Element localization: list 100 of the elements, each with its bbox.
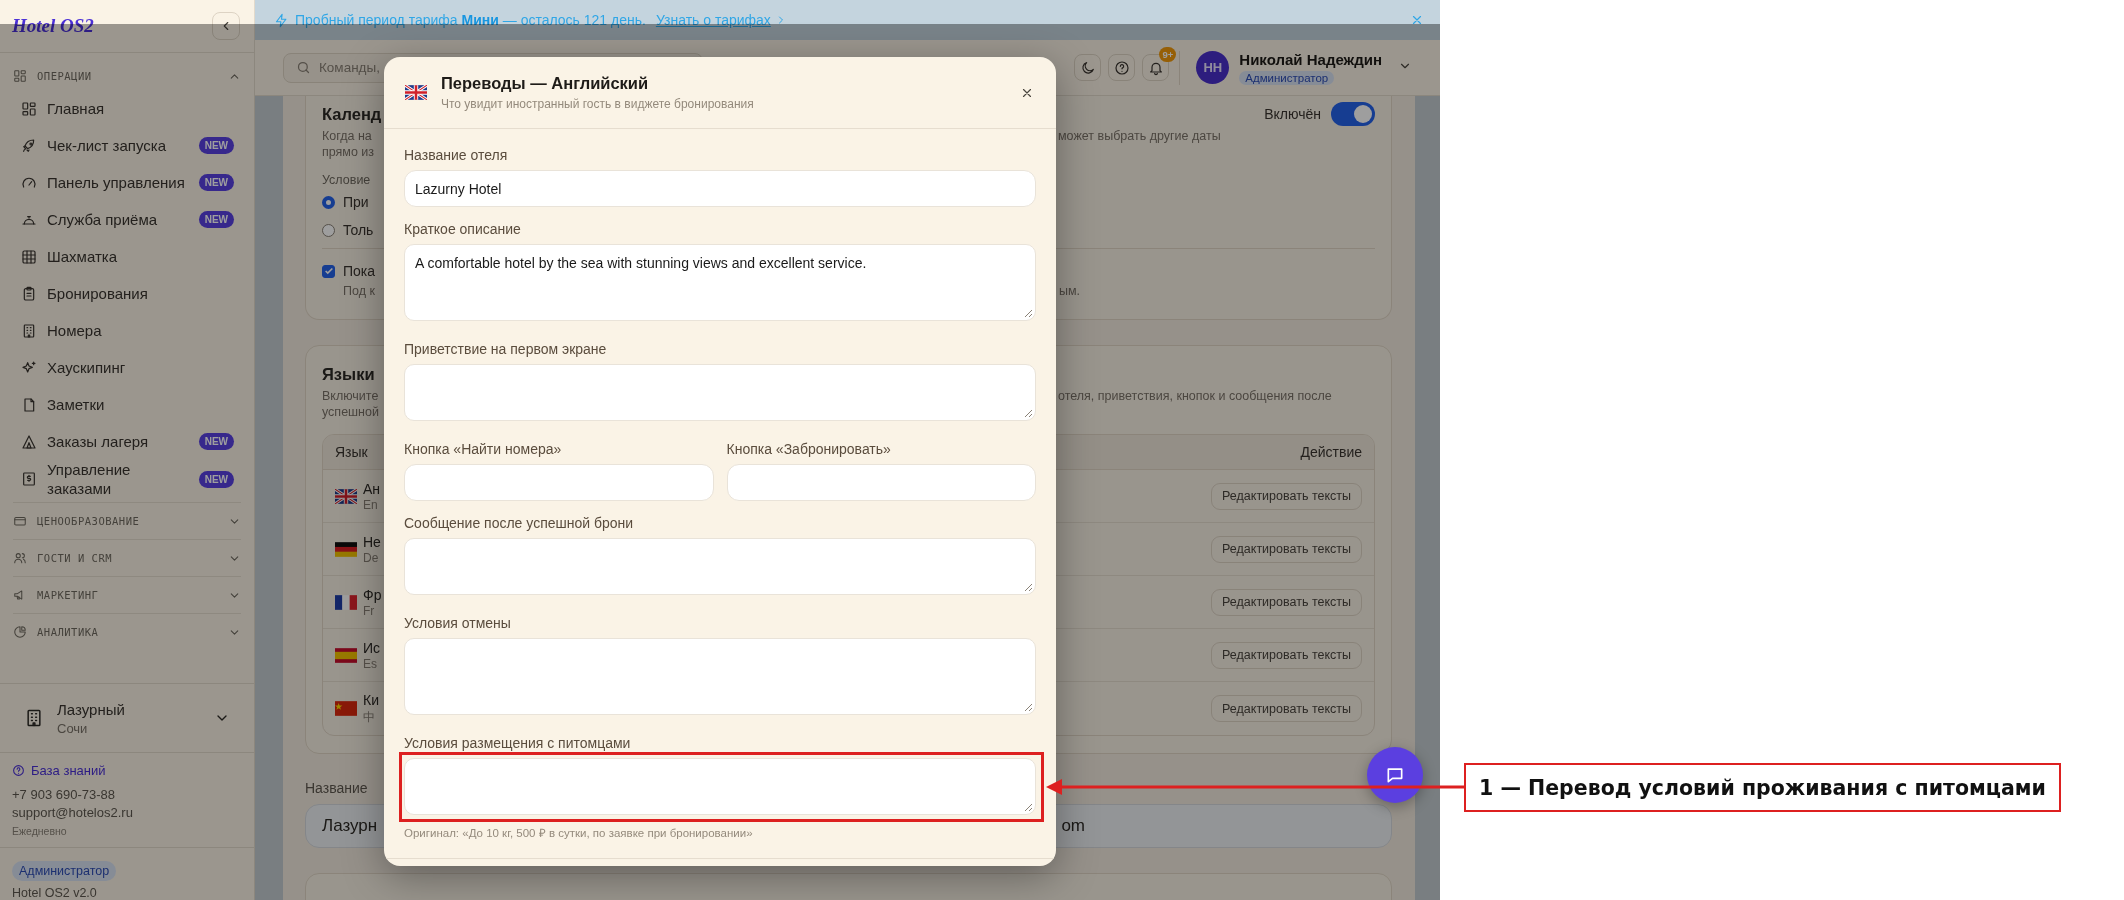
pie-chart-icon bbox=[13, 625, 27, 639]
receipt-icon bbox=[21, 471, 37, 487]
new-badge: NEW bbox=[198, 433, 234, 450]
radio-button[interactable] bbox=[322, 195, 335, 209]
field-label: Приветствие на первом экране bbox=[404, 340, 608, 359]
flag-icon bbox=[335, 594, 357, 610]
role-badge: Администратор bbox=[1239, 70, 1335, 85]
edit-texts-button[interactable]: Редактировать тексты bbox=[1211, 641, 1362, 669]
nav-item[interactable]: Заказы лагеря NEW bbox=[13, 423, 241, 460]
dialog-subtitle: Что увидит иностранный гость в виджете бронирования bbox=[441, 97, 755, 111]
building-icon bbox=[21, 322, 37, 339]
rocket-icon bbox=[21, 137, 37, 154]
text-field[interactable] bbox=[726, 464, 1036, 501]
collapse-button[interactable] bbox=[212, 12, 240, 40]
hint-text: Оригинал: «До 10 кг, 500 ₽ в сутки, по заявке при бронировании» bbox=[404, 826, 754, 840]
hint-text: ым. bbox=[1059, 283, 1081, 299]
description-text: отеля, приветствия, кнопок и сообщения после bbox=[1058, 388, 1332, 404]
language-name: Фр bbox=[363, 586, 382, 603]
section-header[interactable]: ГОСТИ И CRM bbox=[13, 540, 241, 576]
new-badge: NEW bbox=[198, 470, 234, 488]
tent-icon bbox=[21, 433, 37, 450]
file-icon bbox=[21, 396, 37, 413]
nav-item[interactable]: Чек-лист запуска NEW bbox=[13, 127, 241, 164]
language-name: Ан bbox=[363, 480, 381, 497]
field-label: Кнопка «Найти номера» bbox=[404, 440, 563, 459]
language-name: Ки bbox=[363, 691, 379, 708]
field-label: Название bbox=[305, 780, 368, 796]
field-label: Сообщение после успешной брони bbox=[404, 514, 635, 533]
text-area[interactable]: A comfortable hotel by the sea with stunning views and excellent service. bbox=[404, 244, 1036, 321]
nav-item[interactable]: Служба приёма NEW bbox=[13, 201, 241, 238]
moon-icon bbox=[1079, 59, 1096, 76]
flag-icon bbox=[405, 85, 427, 100]
resize-grip-icon bbox=[1024, 803, 1033, 812]
grid-icon bbox=[21, 248, 37, 265]
nav-item[interactable]: Хаускипинг bbox=[13, 349, 241, 386]
sparkles-icon bbox=[21, 359, 37, 376]
role-badge: Администратор bbox=[12, 861, 117, 881]
version-label: Hotel OS2 v2.0 bbox=[12, 886, 97, 900]
user-avatar[interactable]: НН bbox=[1196, 51, 1230, 84]
user-name: Николай Надеждин bbox=[1239, 50, 1382, 68]
close-icon bbox=[1410, 13, 1424, 27]
resize-grip-icon bbox=[1024, 703, 1033, 712]
lightning-icon bbox=[274, 12, 289, 28]
option-label: При bbox=[343, 194, 369, 210]
layout-icon bbox=[21, 100, 37, 117]
support-phone: +7 903 690-73-88 bbox=[12, 786, 116, 804]
toggle-switch[interactable] bbox=[1331, 102, 1375, 126]
toggle-label: Включён bbox=[1264, 106, 1321, 122]
edit-texts-button[interactable]: Редактировать тексты bbox=[1211, 482, 1362, 510]
column-header: Язык bbox=[335, 444, 368, 460]
section-header[interactable]: АНАЛИТИКА bbox=[13, 614, 241, 650]
card-title: Календ bbox=[322, 104, 382, 124]
hotel-city: Сочи bbox=[57, 720, 89, 736]
section-header[interactable]: ОПЕРАЦИИ bbox=[13, 65, 241, 87]
text-field[interactable]: Lazurny Hotel bbox=[404, 170, 1036, 207]
hotel-picker[interactable]: Лазурный Сочи bbox=[0, 683, 254, 753]
knowledge-base-link[interactable]: База знаний bbox=[12, 761, 242, 779]
checkbox[interactable] bbox=[322, 264, 335, 278]
checkbox-label: Пока bbox=[343, 263, 376, 279]
edit-texts-button[interactable]: Редактировать тексты bbox=[1211, 695, 1362, 722]
nav-item[interactable]: Шахматка bbox=[13, 238, 241, 275]
column-header: Действие bbox=[1300, 444, 1362, 460]
section-header[interactable]: ЦЕНООБРАЗОВАНИЕ bbox=[13, 503, 241, 539]
radio-button[interactable] bbox=[322, 223, 335, 237]
language-native-name: De bbox=[363, 550, 380, 565]
nav-item[interactable]: Панель управления NEW bbox=[13, 164, 241, 201]
edit-texts-button[interactable]: Редактировать тексты bbox=[1211, 588, 1362, 616]
description-text: может выбрать другие даты bbox=[1058, 128, 1221, 144]
nav-item[interactable]: Бронирования bbox=[13, 275, 241, 312]
text-field[interactable] bbox=[404, 464, 714, 501]
nav-item[interactable]: Управление заказами NEW bbox=[13, 460, 241, 498]
help-icon bbox=[12, 763, 25, 777]
hint-text: Под к bbox=[343, 284, 375, 298]
building-icon bbox=[24, 708, 44, 728]
new-badge: NEW bbox=[198, 137, 234, 154]
flag-icon bbox=[335, 488, 357, 504]
field-label: Название отеля bbox=[404, 146, 509, 165]
search-icon bbox=[296, 60, 311, 75]
condition-label: Условие bbox=[322, 172, 372, 188]
clipboard-icon bbox=[21, 285, 37, 302]
description-text: успешной bbox=[322, 405, 379, 419]
edit-texts-button[interactable]: Редактировать тексты bbox=[1211, 535, 1362, 563]
nav-item[interactable]: Главная bbox=[13, 90, 241, 127]
description-text: Когда на bbox=[322, 129, 372, 143]
help-button[interactable] bbox=[1108, 54, 1136, 81]
help-icon bbox=[1113, 59, 1130, 76]
flag-icon bbox=[335, 647, 357, 663]
card-title: Языки bbox=[322, 364, 375, 384]
description-text: Включите bbox=[322, 389, 379, 403]
nav-item[interactable]: Заметки bbox=[13, 386, 241, 423]
theme-button[interactable] bbox=[1074, 54, 1102, 81]
description-text: прямо из bbox=[322, 145, 375, 159]
flag-icon bbox=[335, 541, 357, 557]
resize-grip-icon bbox=[1024, 409, 1033, 418]
language-native-name: 中 bbox=[363, 708, 376, 726]
nav-item[interactable]: Номера bbox=[13, 312, 241, 349]
resize-grip-icon bbox=[1024, 309, 1033, 318]
resize-grip-icon bbox=[1024, 583, 1033, 592]
section-header[interactable]: МАРКЕТИНГ bbox=[13, 577, 241, 613]
notification-count: 9+ bbox=[1159, 47, 1177, 62]
